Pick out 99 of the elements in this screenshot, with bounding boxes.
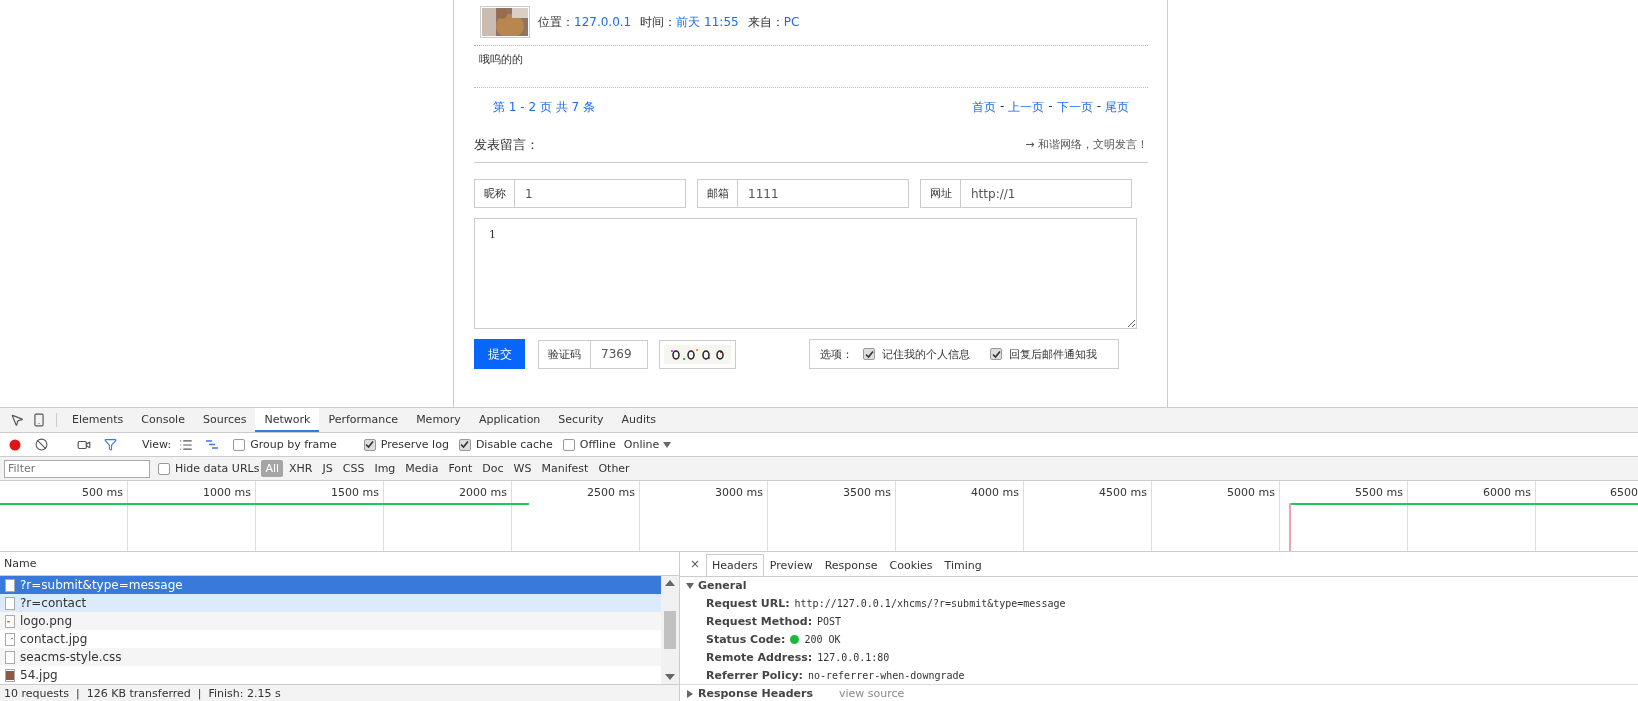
close-button[interactable]: ×: [684, 556, 707, 576]
type-filter[interactable]: JS: [318, 460, 337, 477]
type-filter[interactable]: CSS: [338, 460, 369, 477]
header-value: 200 OK: [804, 633, 841, 645]
devtools-tab[interactable]: Security: [549, 408, 613, 432]
request-row[interactable]: logo.png: [0, 612, 661, 630]
view-source-link[interactable]: view source: [839, 687, 905, 701]
option-label[interactable]: 回复后邮件通知我: [1009, 346, 1097, 362]
option-label[interactable]: 记住我的个人信息: [882, 346, 970, 362]
request-row[interactable]: ?r=contact: [0, 594, 661, 612]
type-filter[interactable]: Img: [370, 460, 400, 477]
checkbox[interactable]: [363, 438, 376, 451]
separator-text: -: [1048, 99, 1053, 115]
separator-text: -: [999, 99, 1005, 115]
notice-text: → 和谐网络，文明发言！: [1025, 137, 1148, 152]
devtools-tab[interactable]: Audits: [612, 408, 666, 432]
checkbox-label[interactable]: Preserve log: [380, 438, 449, 451]
page-summary: 第 1 - 2 页 共 7 条: [493, 99, 595, 116]
field-label: 邮箱: [697, 179, 738, 208]
type-filter[interactable]: Doc: [478, 460, 508, 477]
header-label: Request URL:: [706, 597, 790, 611]
form-title: 发表留言：: [474, 135, 539, 154]
request-row[interactable]: seacms-style.css: [0, 648, 661, 666]
document-icon: [5, 578, 15, 592]
page-link[interactable]: 下一页: [1056, 99, 1093, 122]
type-filter[interactable]: WS: [509, 460, 536, 477]
status-bar: 10 requests | 126 KB transferred | Finish: 2.15 s: [0, 684, 679, 701]
section-title[interactable]: Response Headers: [698, 687, 813, 701]
time-tick: 5000 ms: [1152, 481, 1280, 503]
section-title[interactable]: General: [698, 579, 747, 593]
field-label: 网址: [920, 179, 961, 208]
header-value: 127.0.0.1:80: [817, 651, 890, 663]
document-icon: [5, 596, 15, 610]
header-label: Referrer Policy:: [706, 668, 803, 682]
type-filter[interactable]: XHR: [285, 460, 317, 477]
checkbox[interactable]: [863, 348, 875, 360]
page-link[interactable]: 尾页: [1105, 99, 1129, 122]
devtools-tab[interactable]: Performance: [319, 408, 408, 432]
comment-text: 哦呜的的: [478, 52, 524, 68]
request-row[interactable]: ?r=submit&type=message: [0, 576, 661, 594]
image-file-icon: [5, 668, 15, 682]
devtools-tab[interactable]: Sources: [193, 408, 256, 432]
field-label: 验证码: [538, 339, 591, 369]
page-link[interactable]: 上一页: [1008, 99, 1045, 122]
image-file-icon: [5, 614, 15, 628]
options-label: 选项：: [820, 346, 853, 362]
meta-text: 时间：前天 11:55: [640, 14, 739, 31]
input-field[interactable]: 1: [515, 179, 686, 208]
time-tick: 6500: [1609, 485, 1638, 501]
header-value: POST: [817, 616, 842, 628]
header-value: http://127.0.0.1/xhcms/?r=submit&type=message: [794, 598, 1066, 610]
checkbox[interactable]: [458, 438, 471, 451]
type-filter[interactable]: Font: [444, 460, 477, 477]
devtools-tab[interactable]: Memory: [407, 408, 470, 432]
input-field[interactable]: http://1: [961, 179, 1132, 208]
header-label: Remote Address:: [706, 650, 813, 664]
type-filter[interactable]: Other: [594, 460, 634, 477]
checkbox[interactable]: [990, 348, 1002, 360]
throttle-select[interactable]: Online: [623, 438, 660, 451]
devtools-tab[interactable]: Network: [255, 408, 320, 432]
checkbox[interactable]: [233, 438, 246, 451]
type-filter[interactable]: Media: [401, 460, 443, 477]
devtools-tab[interactable]: Elements: [63, 408, 133, 432]
submit-button[interactable]: 提交: [474, 339, 525, 369]
caret-icon[interactable]: [686, 581, 694, 590]
filter-field[interactable]: Filter: [4, 459, 150, 478]
input-field[interactable]: 1111: [738, 179, 909, 208]
time-tick: 4000 ms: [896, 481, 1024, 503]
caret-icon[interactable]: [686, 689, 694, 698]
checkbox-label[interactable]: Disable cache: [475, 438, 553, 451]
type-filter[interactable]: Manifest: [537, 460, 593, 477]
detail-tab[interactable]: Headers: [706, 553, 764, 576]
checkbox-label[interactable]: Hide data URLs: [175, 462, 260, 475]
view-label: View:: [142, 438, 172, 451]
checkbox[interactable]: [562, 438, 575, 451]
header-label: Status Code:: [706, 632, 786, 646]
dropdown-icon[interactable]: [663, 440, 672, 449]
scrollbar-thumb[interactable]: [664, 611, 676, 649]
field-label: 昵称: [474, 179, 515, 208]
checkbox-label[interactable]: Offline: [579, 438, 616, 451]
page-link[interactable]: 首页: [971, 99, 996, 122]
header-value: no-referrer-when-downgrade: [808, 669, 965, 681]
devtools-tab[interactable]: Application: [469, 408, 550, 432]
scroll-up-icon[interactable]: [665, 580, 675, 586]
separator-text: -: [1096, 99, 1101, 115]
meta-text: 位置：127.0.0.1: [538, 14, 632, 31]
message-field[interactable]: 1: [474, 218, 1137, 329]
devtools-tab[interactable]: Console: [132, 408, 194, 432]
image-file-icon: [5, 632, 15, 646]
checkbox[interactable]: [158, 462, 170, 475]
time-tick: 3000 ms: [640, 481, 768, 503]
time-tick: 3500 ms: [768, 481, 896, 503]
time-tick: 4500 ms: [1024, 481, 1152, 503]
scroll-down-icon[interactable]: [665, 674, 675, 680]
meta-text: 来自：PC: [747, 14, 800, 31]
header-label: Request Method:: [706, 615, 813, 629]
document-icon: [5, 650, 15, 664]
captcha-field[interactable]: 7369: [591, 339, 648, 369]
checkbox-label[interactable]: Group by frame: [250, 438, 337, 451]
